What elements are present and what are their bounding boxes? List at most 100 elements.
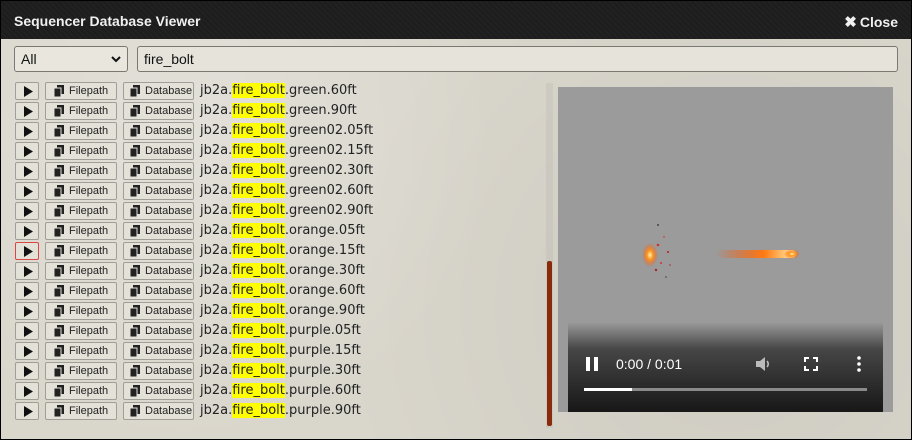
- entry-name[interactable]: jb2a.fire_bolt.purple.15ft: [200, 342, 361, 360]
- more-options-icon[interactable]: [856, 356, 862, 372]
- copy-filepath-button[interactable]: Filepath: [45, 382, 117, 400]
- copy-filepath-button[interactable]: Filepath: [45, 102, 117, 120]
- play-button[interactable]: [15, 282, 39, 300]
- copy-icon: [53, 305, 64, 322]
- copy-database-path-button[interactable]: Database: [123, 82, 194, 100]
- category-select[interactable]: All: [14, 46, 128, 72]
- play-button[interactable]: [15, 222, 39, 240]
- copy-database-path-button[interactable]: Database: [123, 182, 194, 200]
- entry-name[interactable]: jb2a.fire_bolt.orange.90ft: [200, 302, 365, 320]
- copy-database-path-button[interactable]: Database: [123, 362, 194, 380]
- entry-name[interactable]: jb2a.fire_bolt.purple.60ft: [200, 382, 361, 400]
- entry-name[interactable]: jb2a.fire_bolt.green02.15ft: [200, 142, 373, 160]
- copy-database-path-button[interactable]: Database: [123, 262, 194, 280]
- copy-filepath-button[interactable]: Filepath: [45, 182, 117, 200]
- play-button[interactable]: [15, 82, 39, 100]
- entry-name[interactable]: jb2a.fire_bolt.green02.05ft: [200, 122, 373, 140]
- play-button[interactable]: [15, 162, 39, 180]
- fullscreen-icon[interactable]: [804, 357, 818, 371]
- copy-database-path-button[interactable]: Database: [123, 382, 194, 400]
- entry-name[interactable]: jb2a.fire_bolt.orange.15ft: [200, 242, 365, 260]
- pause-icon[interactable]: [586, 357, 598, 371]
- entry-name[interactable]: jb2a.fire_bolt.green02.90ft: [200, 202, 373, 220]
- window-titlebar[interactable]: Sequencer Database Viewer ✖ Close: [1, 1, 911, 39]
- copy-icon: [129, 345, 140, 362]
- entry-name[interactable]: jb2a.fire_bolt.green.90ft: [200, 102, 357, 120]
- copy-filepath-button[interactable]: Filepath: [45, 222, 117, 240]
- copy-icon: [53, 185, 64, 202]
- copy-filepath-button[interactable]: Filepath: [45, 262, 117, 280]
- copy-filepath-button[interactable]: Filepath: [45, 122, 117, 140]
- copy-filepath-button[interactable]: Filepath: [45, 282, 117, 300]
- list-item: Filepath Database jb2a.fire_bolt.purple.60…: [15, 381, 535, 401]
- play-button[interactable]: [15, 122, 39, 140]
- copy-icon: [129, 245, 140, 262]
- search-input[interactable]: fire_bolt: [137, 46, 898, 72]
- copy-filepath-button[interactable]: Filepath: [45, 342, 117, 360]
- close-button[interactable]: ✖ Close: [844, 13, 898, 31]
- entry-prefix: jb2a.: [200, 103, 233, 118]
- copy-database-path-button[interactable]: Database: [123, 102, 194, 120]
- copy-filepath-button[interactable]: Filepath: [45, 402, 117, 420]
- play-button[interactable]: [15, 302, 39, 320]
- copy-database-path-button[interactable]: Database: [123, 342, 194, 360]
- volume-icon[interactable]: [754, 355, 772, 373]
- copy-database-path-button[interactable]: Database: [123, 402, 194, 420]
- entry-name[interactable]: jb2a.fire_bolt.purple.30ft: [200, 362, 361, 380]
- entry-suffix: .green02.60ft: [284, 183, 374, 198]
- copy-database-path-button[interactable]: Database: [123, 302, 194, 320]
- copy-database-path-button[interactable]: Database: [123, 202, 194, 220]
- entry-name[interactable]: jb2a.fire_bolt.purple.05ft: [200, 322, 361, 340]
- play-button[interactable]: [15, 342, 39, 360]
- play-button[interactable]: [15, 322, 39, 340]
- copy-database-path-button[interactable]: Database: [123, 282, 194, 300]
- filepath-label: Filepath: [69, 325, 109, 337]
- copy-filepath-button[interactable]: Filepath: [45, 82, 117, 100]
- copy-icon: [53, 165, 64, 182]
- play-icon: [24, 406, 33, 417]
- list-item: Filepath Database jb2a.fire_bolt.green.90f…: [15, 101, 535, 121]
- copy-icon: [129, 225, 140, 242]
- play-button[interactable]: [15, 182, 39, 200]
- scrollbar-thumb[interactable]: [547, 261, 552, 426]
- play-button[interactable]: [15, 242, 39, 260]
- entry-name[interactable]: jb2a.fire_bolt.green.60ft: [200, 82, 357, 100]
- copy-database-path-button[interactable]: Database: [123, 242, 194, 260]
- entry-name[interactable]: jb2a.fire_bolt.orange.60ft: [200, 282, 365, 300]
- entry-name[interactable]: jb2a.fire_bolt.orange.05ft: [200, 222, 365, 240]
- copy-filepath-button[interactable]: Filepath: [45, 302, 117, 320]
- copy-filepath-button[interactable]: Filepath: [45, 322, 117, 340]
- entry-name[interactable]: jb2a.fire_bolt.orange.30ft: [200, 262, 365, 280]
- entry-name[interactable]: jb2a.fire_bolt.green02.60ft: [200, 182, 373, 200]
- copy-filepath-button[interactable]: Filepath: [45, 162, 117, 180]
- copy-database-path-button[interactable]: Database: [123, 142, 194, 160]
- copy-icon: [53, 265, 64, 282]
- play-button[interactable]: [15, 142, 39, 160]
- video-progress-bar[interactable]: [584, 388, 867, 391]
- play-button[interactable]: [15, 262, 39, 280]
- list-item: Filepath Database jb2a.fire_bolt.green02.6…: [15, 181, 535, 201]
- entry-name[interactable]: jb2a.fire_bolt.purple.90ft: [200, 402, 361, 420]
- search-match-highlight: fire_bolt: [232, 223, 285, 238]
- copy-filepath-button[interactable]: Filepath: [45, 202, 117, 220]
- copy-database-path-button[interactable]: Database: [123, 122, 194, 140]
- copy-filepath-button[interactable]: Filepath: [45, 362, 117, 380]
- copy-database-path-button[interactable]: Database: [123, 222, 194, 240]
- database-label: Database: [145, 285, 193, 297]
- copy-database-path-button[interactable]: Database: [123, 162, 194, 180]
- copy-database-path-button[interactable]: Database: [123, 322, 194, 340]
- copy-icon: [129, 305, 140, 322]
- entry-suffix: .green02.05ft: [284, 123, 374, 138]
- copy-filepath-button[interactable]: Filepath: [45, 142, 117, 160]
- play-button[interactable]: [15, 362, 39, 380]
- entry-name[interactable]: jb2a.fire_bolt.green02.30ft: [200, 162, 373, 180]
- list-item: Filepath Database jb2a.fire_bolt.purple.90…: [15, 401, 535, 421]
- play-button[interactable]: [15, 382, 39, 400]
- filepath-label: Filepath: [69, 185, 109, 197]
- play-button[interactable]: [15, 202, 39, 220]
- play-button[interactable]: [15, 402, 39, 420]
- copy-icon: [129, 125, 140, 142]
- play-button[interactable]: [15, 102, 39, 120]
- copy-filepath-button[interactable]: Filepath: [45, 242, 117, 260]
- play-icon: [24, 246, 33, 257]
